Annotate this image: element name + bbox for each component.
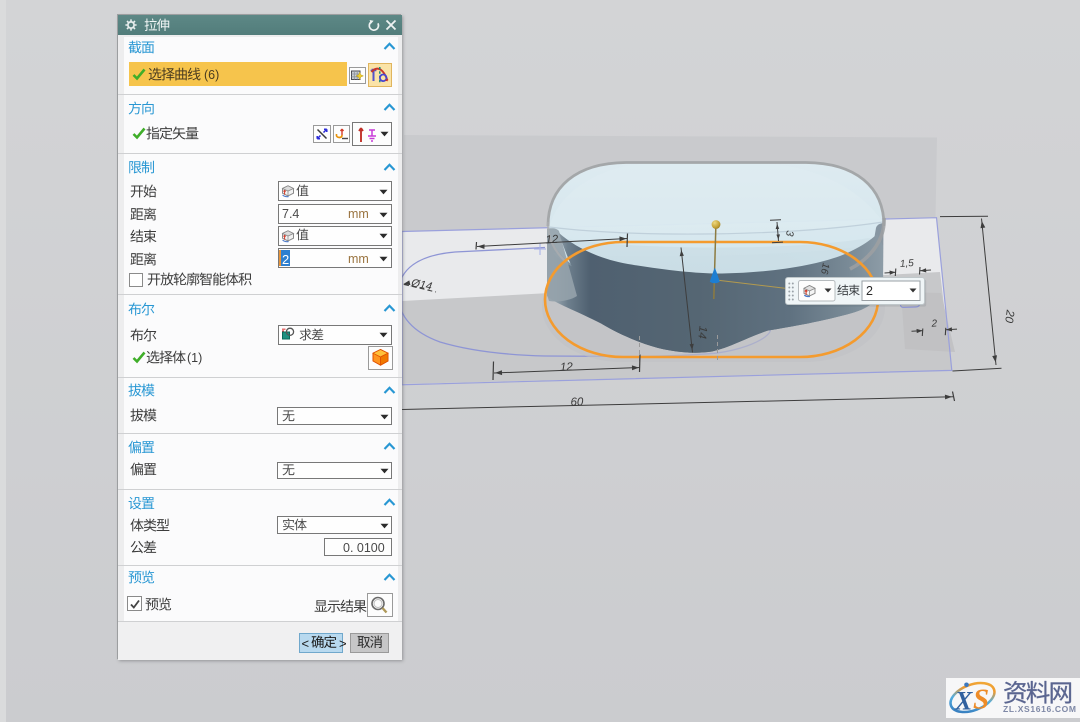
svg-text:1,5: 1,5 <box>900 258 915 270</box>
svg-text:20: 20 <box>1002 308 1016 324</box>
svg-text:2: 2 <box>930 318 938 329</box>
svg-text:2: 2 <box>866 284 873 298</box>
svg-text:12: 12 <box>560 361 574 373</box>
svg-text:14: 14 <box>695 325 708 339</box>
svg-text:X: X <box>954 687 973 716</box>
svg-text:60: 60 <box>570 396 584 408</box>
svg-text:12: 12 <box>545 234 559 247</box>
svg-text:S: S <box>973 684 989 716</box>
